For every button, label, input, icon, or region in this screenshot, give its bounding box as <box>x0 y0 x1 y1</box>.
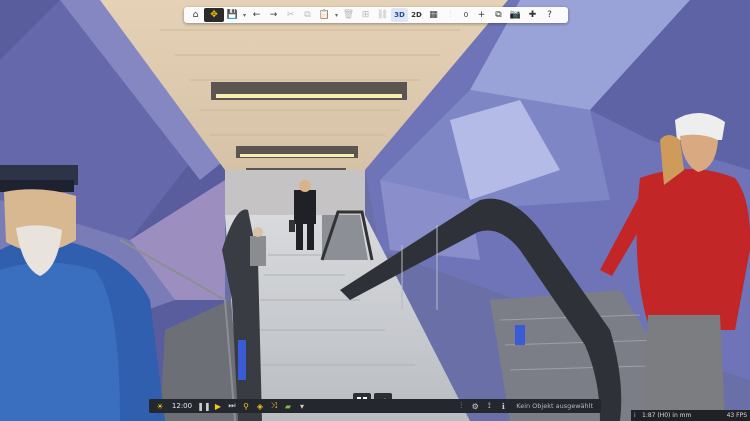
layers-icon[interactable]: ◈ <box>253 400 267 412</box>
add-icon[interactable]: + <box>473 8 490 22</box>
bottom-bar-left: ☀ 12:00 ❚❚ ▶ ⏭ ⚲ ◈ ⤨ ▰ ▾ <box>153 400 309 412</box>
terrain-icon[interactable]: ▰ <box>281 400 295 412</box>
redo-icon[interactable]: → <box>265 8 282 22</box>
sun-icon[interactable]: ☀ <box>153 400 167 412</box>
3d-viewport[interactable] <box>0 0 750 421</box>
chevron-down-icon[interactable]: ▾ <box>333 8 340 22</box>
camera-icon[interactable]: 📷 <box>507 8 524 22</box>
settings-icon[interactable]: ⚙ <box>468 400 482 412</box>
pause-icon[interactable]: ❚❚ <box>197 400 211 412</box>
view-3d-button[interactable]: 3D <box>391 8 408 22</box>
skip-forward-icon[interactable]: ⏭ <box>225 400 239 412</box>
selection-status: Kein Objekt ausgewählt <box>516 402 593 410</box>
bottom-bar-right: ⫶ ⚙ ⟟ ℹ <box>454 400 510 412</box>
grid-icon[interactable]: ▦ <box>425 8 442 22</box>
fps-readout: 43 FPS <box>726 412 747 419</box>
search-icon[interactable]: ⚲ <box>239 400 253 412</box>
shuffle-icon[interactable]: ⤨ <box>267 400 281 412</box>
scale-readout: 1:87 (H0) in mm <box>642 412 692 419</box>
selection-counter[interactable]: 0 <box>459 8 473 22</box>
info-icon[interactable]: i <box>634 412 642 419</box>
play-icon[interactable]: ▶ <box>211 400 225 412</box>
home-icon[interactable]: ⌂ <box>187 8 204 22</box>
help-icon[interactable]: ? <box>541 8 558 22</box>
view-2d-button[interactable]: 2D <box>408 8 425 22</box>
save-icon[interactable]: 💾 <box>224 8 241 22</box>
status-bar: i 1:87 (H0) in mm 43 FPS <box>631 410 750 421</box>
link-icon: ⛓ <box>376 10 389 20</box>
cut-icon: ✂ <box>286 10 295 20</box>
select-tool-icon[interactable]: ✥ <box>204 8 224 22</box>
info-icon[interactable]: ℹ <box>496 400 510 412</box>
plugin-icon[interactable]: ✚ <box>524 8 541 22</box>
bottom-bar: ☀ 12:00 ❚❚ ▶ ⏭ ⚲ ◈ ⤨ ▰ ▾ ⫶ ⚙ ⟟ ℹ Kein Objekt ausgewä… <box>149 399 601 413</box>
sliders-icon[interactable]: ⫶ <box>454 400 468 412</box>
layers-icon[interactable]: ⧉ <box>490 8 507 22</box>
group-icon: ⊞ <box>361 10 370 20</box>
copy-icon: ⧉ <box>304 10 311 20</box>
delete-icon: 🗑 <box>342 10 355 20</box>
chevron-down-icon[interactable]: ▾ <box>295 400 309 412</box>
main-toolbar: ⌂ ✥ 💾 ▾ ← → ✂ ⧉ 📋 ▾ 🗑 ⊞ ⛓ 3D 2D ▦ ⫶ 0 + ⧉ 📷 ✚? <box>184 7 568 23</box>
align-icon: ⫶ <box>449 10 452 20</box>
time-readout[interactable]: 12:00 <box>167 402 197 410</box>
chevron-down-icon[interactable]: ▾ <box>241 8 248 22</box>
walk-icon[interactable]: ⟟ <box>482 400 496 412</box>
paste-icon: 📋 <box>318 10 331 20</box>
undo-icon[interactable]: ← <box>248 8 265 22</box>
